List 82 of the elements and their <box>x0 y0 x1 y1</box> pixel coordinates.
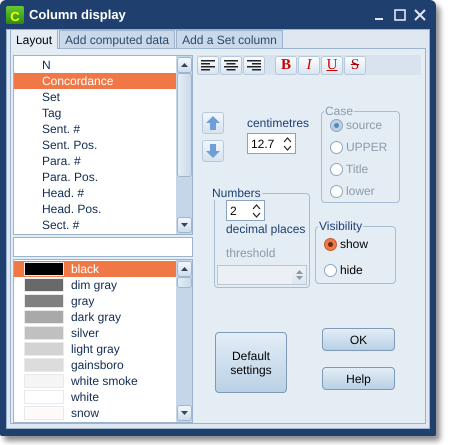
color-name: black <box>71 261 100 277</box>
color-name: white smoke <box>71 373 138 389</box>
align-center-button[interactable] <box>220 56 242 74</box>
list-item[interactable]: Head. Pos. <box>14 201 176 217</box>
ok-button[interactable]: OK <box>322 328 395 351</box>
scrollbar[interactable] <box>176 260 192 422</box>
spin-icon <box>252 204 261 218</box>
scroll-up-icon <box>180 63 188 67</box>
group-title: Case <box>324 104 354 118</box>
scroll-down-icon <box>180 411 188 415</box>
color-name: silver <box>71 325 100 341</box>
list-item[interactable]: Set <box>14 89 176 105</box>
down-arrow-icon <box>206 144 220 158</box>
input-field[interactable] <box>13 237 193 257</box>
help-button[interactable]: Help <box>322 367 395 390</box>
radio-label: show <box>340 237 368 251</box>
list-item[interactable]: Sect. # <box>14 217 176 233</box>
app-icon: C <box>6 6 24 24</box>
color-item[interactable]: white smoke <box>14 373 176 389</box>
scroll-up-icon <box>180 267 188 271</box>
radio-button[interactable] <box>324 264 337 276</box>
scroll-thumb[interactable] <box>176 277 192 288</box>
threshold-label: threshold <box>226 246 276 260</box>
move-up-button[interactable] <box>202 112 224 134</box>
list-item[interactable]: N <box>14 57 176 73</box>
radio-label: Title <box>346 162 368 176</box>
scroll-thumb[interactable] <box>176 73 192 177</box>
italic-button[interactable]: I <box>298 56 320 74</box>
color-item[interactable]: gainsboro <box>14 357 176 373</box>
width-spinner[interactable]: 12.7 <box>247 133 296 154</box>
align-left-button[interactable] <box>197 56 219 74</box>
color-name: white <box>71 389 100 405</box>
color-item[interactable]: light gray <box>14 341 176 357</box>
radio-button[interactable] <box>324 238 337 250</box>
list-item[interactable]: Head. # <box>14 185 176 201</box>
color-item[interactable]: white <box>14 389 176 405</box>
group-title: Numbers <box>211 186 262 200</box>
list-item[interactable]: Para. # <box>14 153 176 169</box>
color-name: gray <box>71 293 94 309</box>
color-item[interactable]: gray <box>14 293 176 309</box>
color-name: light gray <box>71 341 120 357</box>
color-name: dim gray <box>71 277 118 293</box>
align-right-icon <box>247 60 261 70</box>
decimals-label: decimal places <box>226 222 306 236</box>
move-down-button[interactable] <box>202 140 224 162</box>
radio-label: lower <box>346 184 375 198</box>
color-item[interactable]: silver <box>14 325 176 341</box>
decimals-spinner[interactable]: 2 <box>226 200 265 221</box>
close-icon[interactable] <box>414 8 426 20</box>
radio-label: hide <box>340 263 363 277</box>
color-name: dark gray <box>71 309 122 325</box>
spin-up-icon <box>296 270 302 274</box>
tab[interactable]: Add computed data <box>59 30 176 48</box>
tab[interactable]: Add a Set column <box>176 30 283 48</box>
scrollbar[interactable] <box>176 56 192 234</box>
spin-icon <box>283 136 292 150</box>
align-left-icon <box>201 60 215 70</box>
window-title: Column display <box>29 7 127 22</box>
strikethrough-button[interactable]: S <box>344 56 366 74</box>
maximize-icon[interactable] <box>394 8 406 20</box>
default-settings-button[interactable]: Default settings <box>215 332 287 393</box>
align-right-button[interactable] <box>243 56 265 74</box>
up-arrow-icon <box>206 116 220 130</box>
scroll-down-icon <box>180 223 188 227</box>
color-name: gainsboro <box>71 357 124 373</box>
color-item[interactable]: dark gray <box>14 309 176 325</box>
radio-label: source <box>346 118 382 132</box>
align-center-icon <box>224 60 238 70</box>
radio-label: UPPER <box>346 140 388 154</box>
color-item[interactable]: dim gray <box>14 277 176 293</box>
tab[interactable]: Layout <box>10 29 58 49</box>
bold-button[interactable]: B <box>275 56 297 74</box>
color-item[interactable]: snow <box>14 405 176 421</box>
group-title: Visibility <box>318 219 364 233</box>
width-label: centimetres <box>247 116 310 130</box>
list-item[interactable]: Para. Pos. <box>14 169 176 185</box>
underline-button[interactable]: U <box>321 56 343 74</box>
list-item[interactable]: Tag <box>14 105 176 121</box>
spin-down-icon <box>296 276 302 280</box>
list-item[interactable]: Sent. Pos. <box>14 137 176 153</box>
color-name: snow <box>71 405 100 421</box>
list-item[interactable]: Sent. # <box>14 121 176 137</box>
